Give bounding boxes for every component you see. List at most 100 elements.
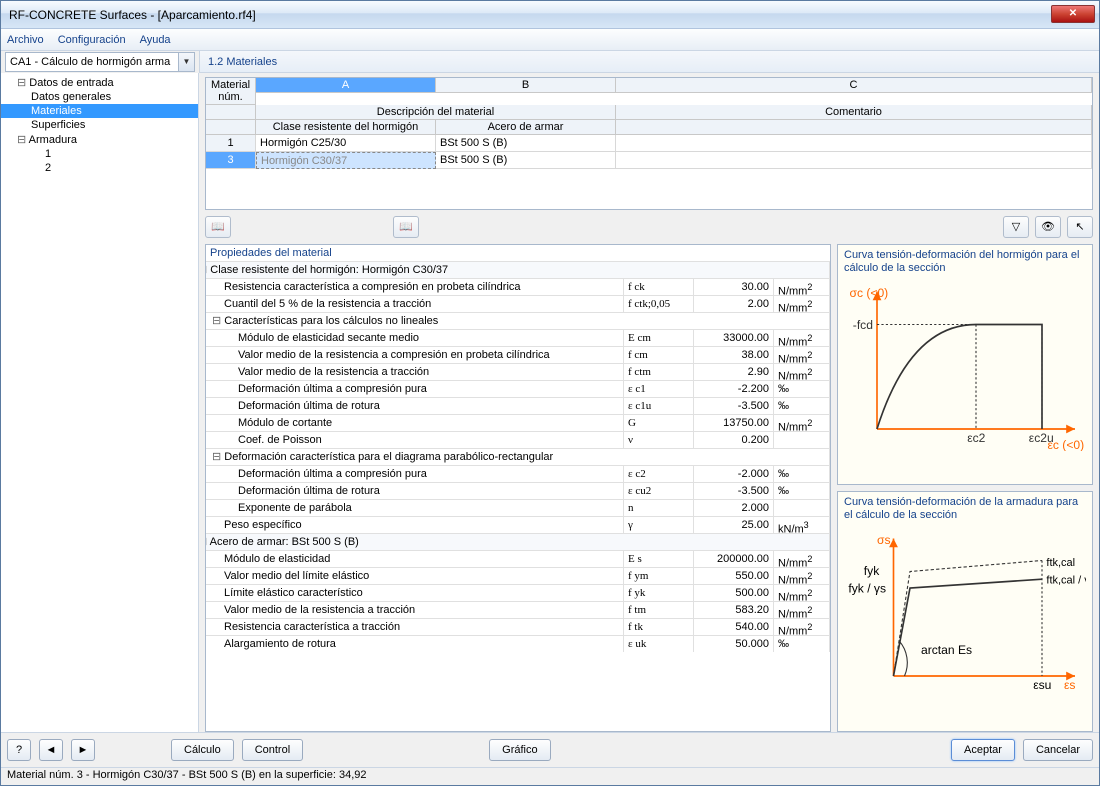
property-value: 0.200 xyxy=(694,432,774,448)
property-unit: ‰ xyxy=(774,483,830,499)
property-symbol: ν xyxy=(624,432,694,448)
property-unit: N/mm2 xyxy=(774,568,830,584)
calc-button[interactable]: Cálculo xyxy=(171,739,234,761)
view-button[interactable]: 👁 xyxy=(1035,216,1061,238)
property-label: Clase resistente del hormigón: Hormigón … xyxy=(206,262,830,278)
prev-button[interactable]: ◄ xyxy=(39,739,63,761)
property-unit: N/mm2 xyxy=(774,296,830,312)
help-button[interactable]: ? xyxy=(7,739,31,761)
property-unit: N/mm2 xyxy=(774,415,830,431)
property-unit xyxy=(774,432,830,448)
ok-button[interactable]: Aceptar xyxy=(951,739,1015,761)
property-symbol: f ctk;0,05 xyxy=(624,296,694,312)
property-symbol: G xyxy=(624,415,694,431)
property-row: Resistencia característica a tracciónf t… xyxy=(206,618,830,635)
property-value: -3.500 xyxy=(694,398,774,414)
control-button[interactable]: Control xyxy=(242,739,303,761)
property-label: Módulo de cortante xyxy=(206,415,624,431)
svg-text:εc (<0): εc (<0) xyxy=(1048,438,1085,451)
property-unit: N/mm2 xyxy=(774,347,830,363)
library-concrete-button[interactable]: 📖 xyxy=(205,216,231,238)
library-steel-button[interactable]: 📖 xyxy=(393,216,419,238)
property-unit: N/mm2 xyxy=(774,364,830,380)
tree-armadura-2[interactable]: 2 xyxy=(1,161,198,175)
svg-text:σs: σs xyxy=(877,533,891,547)
properties-panel: Propiedades del material Clase resistent… xyxy=(205,244,831,732)
property-label: Resistencia característica a tracción xyxy=(206,619,624,635)
property-value: 25.00 xyxy=(694,517,774,533)
property-value: -3.500 xyxy=(694,483,774,499)
property-symbol: n xyxy=(624,500,694,516)
nav-tree: Datos de entrada Datos generales Materia… xyxy=(1,73,199,732)
case-combo-text: CA1 - Cálculo de hormigón arma xyxy=(10,56,170,68)
col-desc: Descripción del material xyxy=(256,105,616,120)
case-combo[interactable]: CA1 - Cálculo de hormigón arma ▼ xyxy=(5,52,195,72)
status-bar: Material núm. 3 - Hormigón C30/37 - BSt … xyxy=(1,767,1099,785)
property-label: Módulo de elasticidad secante medio xyxy=(206,330,624,346)
property-label: Acero de armar: BSt 500 S (B) xyxy=(206,534,830,550)
property-value: -2.200 xyxy=(694,381,774,397)
filter-button[interactable]: ▽ xyxy=(1003,216,1029,238)
chevron-down-icon: ▼ xyxy=(178,53,194,71)
property-row: Clase resistente del hormigón: Hormigón … xyxy=(206,261,830,278)
property-value: 583.20 xyxy=(694,602,774,618)
table-row[interactable]: 3 Hormigón C30/37 BSt 500 S (B) xyxy=(206,152,1092,169)
svg-text:fyk / γs: fyk / γs xyxy=(848,582,886,596)
materials-grid[interactable]: Material núm. A B C Descripción del mate… xyxy=(205,77,1093,210)
svg-text:fyk: fyk xyxy=(864,564,880,578)
property-label: Deformación última de rotura xyxy=(206,483,624,499)
property-label: Resistencia característica a compresión … xyxy=(206,279,624,295)
col-B: B xyxy=(436,78,616,93)
tree-armadura[interactable]: Armadura xyxy=(1,132,198,147)
top-row: CA1 - Cálculo de hormigón arma ▼ 1.2 Mat… xyxy=(1,51,1099,73)
next-button[interactable]: ► xyxy=(71,739,95,761)
menu-help[interactable]: Ayuda xyxy=(140,34,171,46)
titlebar: RF-CONCRETE Surfaces - [Aparcamiento.rf4… xyxy=(1,1,1099,29)
property-value: 2.90 xyxy=(694,364,774,380)
property-row: Módulo de cortanteG13750.00N/mm2 xyxy=(206,414,830,431)
property-symbol: f ctm xyxy=(624,364,694,380)
menu-config[interactable]: Configuración xyxy=(58,34,126,46)
property-row: Límite elástico característicof yk500.00… xyxy=(206,584,830,601)
cancel-button[interactable]: Cancelar xyxy=(1023,739,1093,761)
svg-text:ftk,cal / γs: ftk,cal / γs xyxy=(1046,575,1086,587)
close-button[interactable]: ✕ xyxy=(1051,5,1095,23)
property-unit: ‰ xyxy=(774,398,830,414)
property-unit: N/mm2 xyxy=(774,330,830,346)
property-row: Coef. de Poissonν0.200 xyxy=(206,431,830,448)
property-row: Valor medio de la resistencia a tracción… xyxy=(206,363,830,380)
tree-datos-generales[interactable]: Datos generales xyxy=(1,90,198,104)
property-label: Valor medio del límite elástico xyxy=(206,568,624,584)
pick-button[interactable]: ↖ xyxy=(1067,216,1093,238)
property-unit: N/mm2 xyxy=(774,602,830,618)
property-symbol: ε c1u xyxy=(624,398,694,414)
button-bar: ? ◄ ► Cálculo Control Gráfico Aceptar Ca… xyxy=(1,732,1099,767)
property-label: Deformación característica para el diagr… xyxy=(206,449,830,465)
property-row: Peso específicoγ25.00kN/m3 xyxy=(206,516,830,533)
col-C: C xyxy=(616,78,1092,93)
tree-armadura-1[interactable]: 1 xyxy=(1,147,198,161)
svg-text:εc2: εc2 xyxy=(967,432,985,446)
property-row: Deformación última de roturaε c1u-3.500‰ xyxy=(206,397,830,414)
col-A: A xyxy=(256,78,436,93)
property-label: Módulo de elasticidad xyxy=(206,551,624,567)
property-label: Deformación última de rotura xyxy=(206,398,624,414)
tree-materiales[interactable]: Materiales xyxy=(1,104,198,118)
col-material-num: Material núm. xyxy=(206,78,256,105)
property-value: 38.00 xyxy=(694,347,774,363)
property-value: 2.00 xyxy=(694,296,774,312)
property-unit xyxy=(774,500,830,516)
property-symbol: f tm xyxy=(624,602,694,618)
property-row: Deformación última a compresión puraε c1… xyxy=(206,380,830,397)
property-label: Valor medio de la resistencia a tracción xyxy=(206,602,624,618)
tree-superficies[interactable]: Superficies xyxy=(1,118,198,132)
property-unit: N/mm2 xyxy=(774,279,830,295)
graph-button[interactable]: Gráfico xyxy=(489,739,550,761)
property-unit: N/mm2 xyxy=(774,551,830,567)
tree-datos-entrada[interactable]: Datos de entrada xyxy=(1,75,198,90)
menu-file[interactable]: Archivo xyxy=(7,34,44,46)
graph-concrete: Curva tensión-deformación del hormigón p… xyxy=(837,244,1093,485)
property-symbol: f cm xyxy=(624,347,694,363)
table-row[interactable]: 1 Hormigón C25/30 BSt 500 S (B) xyxy=(206,135,1092,152)
property-value: 2.000 xyxy=(694,500,774,516)
